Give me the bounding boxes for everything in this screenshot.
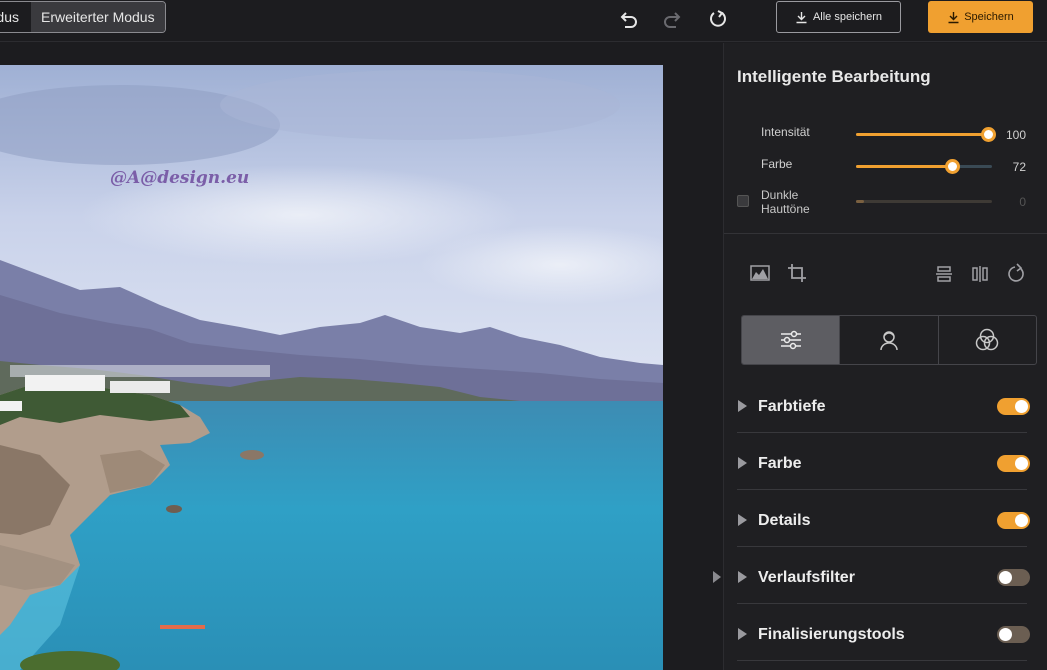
divider: [724, 233, 1047, 234]
section-details[interactable]: Details: [737, 490, 1030, 547]
photo-preview[interactable]: @A@design.eu: [0, 65, 663, 670]
rotate-icon[interactable]: [1005, 263, 1027, 285]
simple-mode-button[interactable]: dus: [0, 2, 31, 32]
slider-knob[interactable]: [981, 127, 996, 142]
save-label: Speichern: [964, 11, 1014, 23]
collapse-panel-icon[interactable]: [711, 570, 723, 584]
section-farbe[interactable]: Farbe: [737, 433, 1030, 490]
panel-title: Intelligente Bearbeitung: [737, 67, 931, 86]
section-toggle[interactable]: [997, 512, 1030, 529]
slider-track[interactable]: [856, 159, 992, 174]
save-button[interactable]: Speichern: [928, 1, 1033, 33]
section-label: Farbtiefe: [758, 398, 826, 415]
slider-intensity[interactable]: Intensität 100: [724, 125, 1047, 145]
expand-arrow-icon: [738, 400, 747, 412]
expand-arrow-icon: [738, 628, 747, 640]
slider-track: [856, 200, 992, 203]
watermark-text: @A@design.eu: [110, 168, 249, 188]
section-toggle[interactable]: [997, 455, 1030, 472]
slider-label: Farbe: [761, 157, 793, 171]
expand-arrow-icon: [738, 514, 747, 526]
advanced-mode-button[interactable]: Erweiterter Modus: [31, 2, 165, 32]
tab-adjustments[interactable]: [742, 316, 841, 364]
portrait-icon: [880, 331, 898, 351]
sliders-icon: [780, 330, 801, 350]
top-toolbar: dus Erweiterter Modus Alle speichern Spe…: [0, 0, 1047, 42]
crop-icon[interactable]: [786, 262, 808, 284]
slider-label: Dunkle Hauttöne: [761, 188, 810, 216]
flip-vertical-icon[interactable]: [933, 263, 955, 285]
flip-horizontal-icon[interactable]: [969, 263, 991, 285]
section-label: Farbe: [758, 455, 802, 472]
dark-skin-checkbox[interactable]: [737, 195, 749, 207]
undo-icon[interactable]: [617, 8, 639, 30]
slider-color[interactable]: Farbe 72: [724, 157, 1047, 177]
section-finalisierungstools[interactable]: Finalisierungstools: [737, 604, 1030, 661]
section-toggle[interactable]: [997, 569, 1030, 586]
slider-knob[interactable]: [945, 159, 960, 174]
slider-value: 100: [1005, 128, 1026, 142]
mode-switcher: dus Erweiterter Modus: [0, 1, 166, 33]
save-all-label: Alle speichern: [812, 11, 883, 23]
section-label: Details: [758, 512, 811, 529]
section-label: Verlaufsfilter: [758, 569, 855, 586]
image-canvas: @A@design.eu: [0, 43, 723, 670]
slider-dark-skin: Dunkle Hauttöne 0: [724, 188, 1047, 218]
right-panel: Intelligente Bearbeitung Intensität 100 …: [723, 43, 1047, 670]
slider-label: Intensität: [761, 125, 810, 139]
save-all-button[interactable]: Alle speichern: [776, 1, 901, 33]
download-icon: [948, 11, 959, 23]
section-toggle[interactable]: [997, 398, 1030, 415]
expand-arrow-icon: [738, 457, 747, 469]
section-label: Finalisierungstools: [758, 626, 905, 643]
color-circles-icon: [976, 328, 999, 351]
adjustment-tabs: [741, 315, 1037, 365]
slider-value: 72: [1012, 160, 1026, 174]
redo-icon[interactable]: [662, 8, 684, 30]
slider-value: 0: [1019, 195, 1026, 209]
section-farbtiefe[interactable]: Farbtiefe: [737, 376, 1030, 433]
histogram-icon[interactable]: [749, 262, 771, 284]
section-toggle[interactable]: [997, 626, 1030, 643]
tab-color[interactable]: [939, 316, 1036, 364]
section-verlaufsfilter[interactable]: Verlaufsfilter: [737, 547, 1030, 604]
expand-arrow-icon: [738, 571, 747, 583]
tab-portrait[interactable]: [840, 316, 939, 364]
reset-icon[interactable]: [707, 8, 729, 30]
slider-track[interactable]: [856, 127, 996, 142]
download-icon: [796, 11, 807, 23]
